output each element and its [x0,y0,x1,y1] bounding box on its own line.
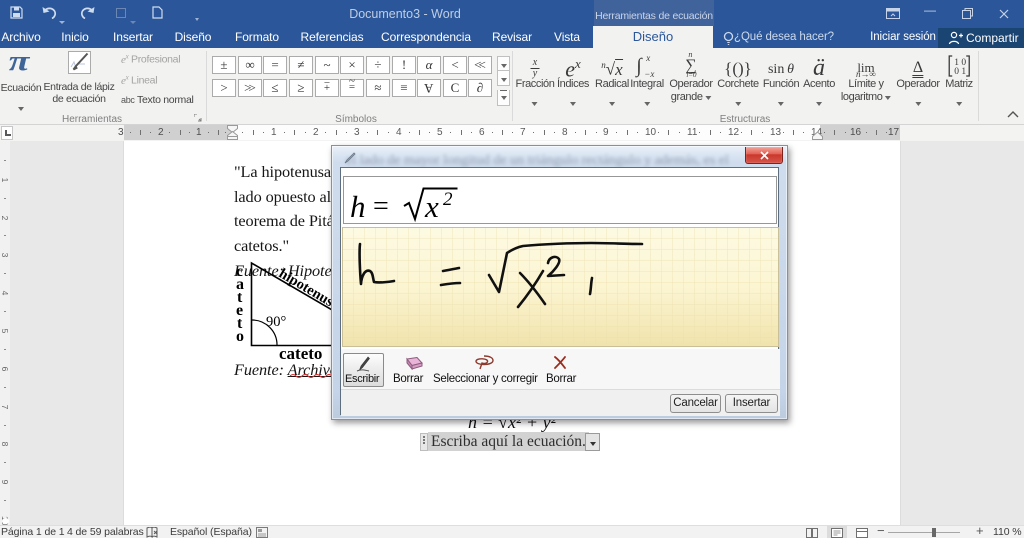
svg-text:∫: ∫ [634,55,643,78]
svg-text:0 1: 0 1 [954,67,966,77]
svg-text:2: 2 [443,189,453,210]
svg-text:90°: 90° [266,314,287,330]
svg-text:=: = [373,191,389,222]
svg-text:x: x [424,189,439,223]
svg-text:i=0: i=0 [686,71,697,78]
svg-text:−x: −x [644,69,654,78]
svg-text:o: o [236,328,244,345]
svg-text:x: x [645,53,650,63]
svg-text:h: h [350,189,366,223]
